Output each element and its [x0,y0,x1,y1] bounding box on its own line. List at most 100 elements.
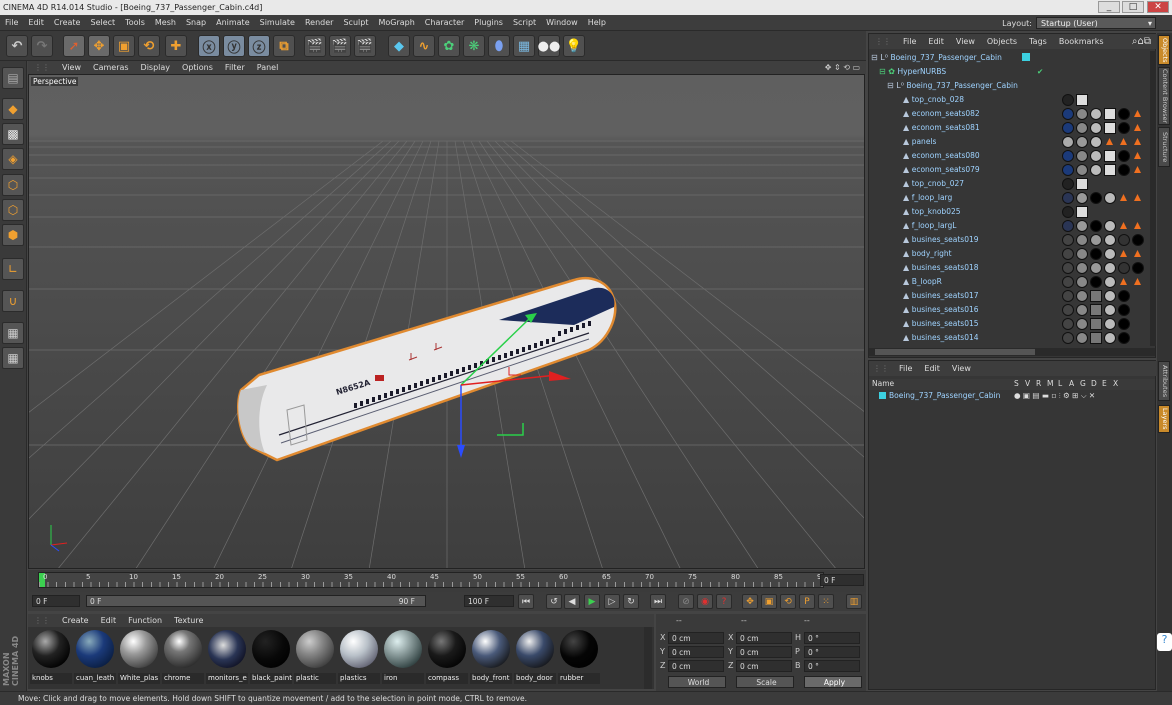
object-hscrollbar[interactable] [869,348,1155,356]
material-swatch[interactable]: plastics [338,630,380,684]
floor-icon[interactable]: ▦ [513,35,535,57]
help-icon[interactable]: ? [1157,633,1172,651]
object-row[interactable]: ⊟ L⁰ Boeing_737_Passenger_Cabin [869,79,1149,93]
material-swatch[interactable]: cuan_leath [74,630,116,684]
timeline[interactable]: 0 5 10 15 20 25 30 35 40 45 50 55 60 65 … [28,570,866,592]
object-row[interactable]: ▲ busines_seats015 [869,317,1149,331]
material-swatch[interactable]: monitors_e [206,630,248,684]
rotation-b-field[interactable]: 0 ° [804,660,860,672]
key-pla-icon[interactable]: ⁙ [818,594,834,609]
material-swatch[interactable]: black_paint [250,630,292,684]
prev-key-icon[interactable]: ↺ [546,594,562,609]
rotation-h-field[interactable]: 0 ° [804,632,860,644]
menu-character[interactable]: Character [420,18,470,27]
timeline-window-icon[interactable]: ▥ [846,594,862,609]
om-menu-edit[interactable]: Edit [922,37,950,46]
coordinate-system-icon[interactable]: ⧉ [273,35,295,57]
layer-col-header[interactable]: V [1025,379,1030,388]
material-swatch[interactable]: body_front [470,630,512,684]
spline-pen-icon[interactable]: ∿ [413,35,435,57]
array-icon[interactable]: ❋ [463,35,485,57]
object-row[interactable]: ▲ busines_seats018 [869,261,1149,275]
object-row[interactable]: ▲ busines_seats017 [869,289,1149,303]
object-row[interactable]: ▲ top_cnob_027 [869,177,1149,191]
menu-plugins[interactable]: Plugins [469,18,508,27]
material-swatch[interactable]: iron [382,630,424,684]
mat-menu-texture[interactable]: Texture [168,616,209,625]
polygons-mode-icon[interactable]: ⬢ [2,224,24,246]
material-swatch[interactable]: body_door [514,630,556,684]
light-icon[interactable]: 💡 [563,35,585,57]
add-object-icon[interactable]: ✚ [165,35,187,57]
key-position-icon[interactable]: ✥ [742,594,758,609]
om-menu-objects[interactable]: Objects [981,37,1023,46]
workplane-lock-icon[interactable]: ▦ [2,322,24,344]
y-axis-lock-icon[interactable]: ⓨ [223,35,245,57]
material-swatch[interactable]: knobs [30,630,72,684]
x-axis-lock-icon[interactable]: ⓧ [198,35,220,57]
redo-icon[interactable]: ↷ [31,35,53,57]
rotate-tool-icon[interactable]: ⟲ [138,35,160,57]
current-frame-field[interactable]: 0 F [820,574,864,586]
render-view-icon[interactable]: 🎬 [304,35,326,57]
model-mode-icon[interactable]: ◆ [2,98,24,120]
menu-select[interactable]: Select [85,18,120,27]
menu-snap[interactable]: Snap [181,18,211,27]
layer-flags[interactable]: ● ▣ ▤ ▬ ▫ ⫶ ⚙ ⊞ ⌵ ✕ [1014,391,1095,401]
menu-tools[interactable]: Tools [120,18,150,27]
menu-mesh[interactable]: Mesh [150,18,181,27]
menu-animate[interactable]: Animate [211,18,255,27]
menu-window[interactable]: Window [541,18,583,27]
key-scale-icon[interactable]: ▣ [761,594,777,609]
layer-col-header[interactable]: R [1036,379,1041,388]
cube-primitive-icon[interactable]: ◆ [388,35,410,57]
material-swatch[interactable]: plastic [294,630,336,684]
object-row[interactable]: ▲ top_knob025 [869,205,1149,219]
render-picture-viewer-icon[interactable]: 🎬 [329,35,351,57]
nurbs-icon[interactable]: ✿ [438,35,460,57]
coordinate-mode-dropdown[interactable]: World [668,676,726,688]
deformer-icon[interactable]: ⬮ [488,35,510,57]
om-menu-file[interactable]: File [897,37,922,46]
tab-layers[interactable]: Layers [1158,405,1170,433]
object-row[interactable]: ▲ body_right [869,247,1149,261]
play-icon[interactable]: ▶ [584,594,600,609]
goto-end-icon[interactable]: ⏭ [650,594,666,609]
scale-tool-icon[interactable]: ▣ [113,35,135,57]
menu-sculpt[interactable]: Sculpt [338,18,373,27]
viewport-menu-options[interactable]: Options [176,63,219,72]
search-icon[interactable]: ⌕⌂⧉ [1126,36,1157,47]
viewport-menu-view[interactable]: View [56,63,87,72]
prev-frame-icon[interactable]: ◀ [564,594,580,609]
viewport-menu-filter[interactable]: Filter [219,63,251,72]
render-settings-icon[interactable]: 🎬 [354,35,376,57]
make-editable-icon[interactable]: ▤ [2,67,24,89]
object-row[interactable]: ⊟ ✿ HyperNURBS ✔ [869,65,1149,79]
max-frame-field[interactable]: 100 F [464,595,514,607]
position-z-field[interactable]: 0 cm [668,660,724,672]
object-row[interactable]: ⊟ L⁰ Boeing_737_Passenger_Cabin [869,51,1149,65]
z-axis-lock-icon[interactable]: ⓩ [248,35,270,57]
3d-viewport[interactable]: N8652A Perspective [28,74,865,569]
object-row[interactable]: ▲ busines_seats016 [869,303,1149,317]
size-z-field[interactable]: 0 cm [736,660,792,672]
keyframe-selection-icon[interactable]: ? [716,594,732,609]
layer-col-header[interactable]: E [1102,379,1107,388]
object-row[interactable]: ▲ B_loopR [869,275,1149,289]
key-parameter-icon[interactable]: P [799,594,815,609]
object-row[interactable]: ▲ top_cnob_028 [869,93,1149,107]
autokey-icon[interactable]: ◉ [697,594,713,609]
start-frame-field[interactable]: 0 F [32,595,80,607]
undo-icon[interactable]: ↶ [6,35,28,57]
om-menu-tags[interactable]: Tags [1023,37,1053,46]
menu-edit[interactable]: Edit [23,18,49,27]
rotation-p-field[interactable]: 0 ° [804,646,860,658]
mat-menu-function[interactable]: Function [122,616,168,625]
object-row[interactable]: ▲ busines_seats019 [869,233,1149,247]
om-menu-view[interactable]: View [950,37,981,46]
material-swatch[interactable]: White_plas [118,630,160,684]
position-x-field[interactable]: 0 cm [668,632,724,644]
snapping-icon[interactable]: ∪ [2,290,24,312]
object-row[interactable]: ▲ f_loop_largL [869,219,1149,233]
menu-simulate[interactable]: Simulate [255,18,300,27]
